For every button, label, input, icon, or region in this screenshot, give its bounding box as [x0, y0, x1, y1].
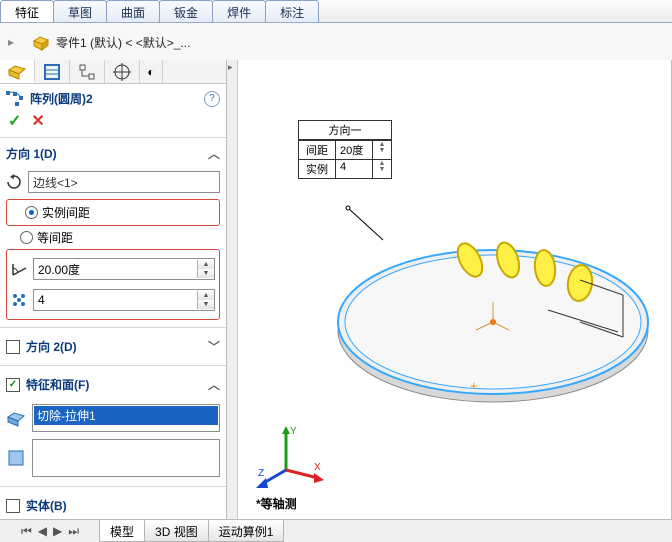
panel-tab-feature[interactable] — [0, 60, 35, 83]
svg-text:Z: Z — [258, 468, 264, 479]
face-list[interactable] — [32, 439, 220, 477]
axis-input[interactable] — [29, 173, 219, 191]
bottom-tab-3dview[interactable]: 3D 视图 — [144, 520, 209, 542]
count-input[interactable] — [34, 291, 197, 309]
tab-annotate[interactable]: 标注 — [265, 0, 319, 22]
tab-feature[interactable]: 特征 — [0, 0, 54, 22]
dir1-label: 方向 1(D) — [6, 145, 57, 162]
tab-last-icon[interactable]: ⏭ — [68, 524, 79, 539]
bottom-tabbar: ⏮ ◀ ▶ ⏭ 模型 3D 视图 运动算例1 — [0, 519, 672, 542]
help-icon[interactable]: ? — [204, 91, 220, 107]
svg-text:+: + — [470, 378, 478, 393]
ribbon: ▸ 零件1 (默认) < <默认>_... — [0, 23, 672, 62]
part-icon — [32, 33, 50, 51]
dir2-label: 方向 2(D) — [26, 338, 77, 355]
angle-input[interactable] — [34, 260, 197, 278]
tab-first-icon[interactable]: ⏮ — [21, 524, 32, 539]
panel-tab-config[interactable] — [35, 60, 70, 83]
radio-equal-spacing[interactable]: 等间距 — [20, 229, 220, 246]
instance-count-icon — [11, 292, 27, 308]
tab-prev-icon[interactable]: ◀ — [38, 524, 47, 538]
part-title[interactable]: 零件1 (默认) < <默认>_... — [32, 33, 190, 51]
solids-label: 实体(B) — [26, 497, 67, 514]
triad-icon: Y X Z — [256, 420, 326, 490]
circular-pattern-icon — [6, 91, 24, 107]
reverse-icon[interactable] — [6, 174, 22, 190]
cancel-button[interactable]: ✕ — [31, 111, 44, 131]
dir2-checkbox[interactable] — [6, 340, 20, 354]
angle-spin[interactable]: ▲▼ — [197, 260, 214, 278]
tab-surface[interactable]: 曲面 — [106, 0, 160, 22]
panel-splitter[interactable]: ▸ — [227, 60, 238, 520]
panel-tab-more[interactable]: ◐ — [140, 60, 163, 83]
selected-feature[interactable]: 切除-拉伸1 — [34, 406, 218, 425]
model-view: + — [248, 80, 668, 420]
faces-label: 特征和面(F) — [26, 376, 89, 393]
tab-sheetmetal[interactable]: 钣金 — [159, 0, 213, 22]
part-name: 零件1 (默认) < <默认>_... — [56, 34, 190, 51]
view-name: *等轴测 — [256, 495, 297, 512]
count-spin[interactable]: ▲▼ — [197, 291, 214, 309]
property-panel: ◐ 阵列(圆周)2 ? ✓ ✕ 方向 1(D) ︿ 实例间距 等间距 — [0, 60, 227, 520]
ok-button[interactable]: ✓ — [8, 111, 21, 131]
history-arrow-icon: ▸ — [8, 35, 14, 49]
panel-tab-tree[interactable] — [70, 60, 105, 83]
tab-weldment[interactable]: 焊件 — [212, 0, 266, 22]
solids-checkbox[interactable] — [6, 499, 20, 513]
bottom-tab-model[interactable]: 模型 — [99, 520, 145, 542]
radio-instance-spacing[interactable]: 实例间距 — [25, 204, 215, 221]
faces-checkbox[interactable] — [6, 378, 20, 392]
radio-equal-spacing-label: 等间距 — [37, 229, 73, 246]
svg-text:X: X — [314, 462, 321, 473]
svg-text:Y: Y — [290, 426, 297, 437]
tab-next-icon[interactable]: ▶ — [53, 524, 62, 538]
radio-instance-spacing-label: 实例间距 — [42, 204, 90, 221]
main-tabbar: 特征 草图 曲面 钣金 焊件 标注 — [0, 0, 672, 23]
bottom-tab-motion[interactable]: 运动算例1 — [208, 520, 285, 542]
angle-icon — [11, 261, 27, 277]
collapse-faces-icon[interactable]: ︿ — [208, 376, 220, 393]
panel-tab-target[interactable] — [105, 60, 140, 83]
tab-sketch[interactable]: 草图 — [53, 0, 107, 22]
expand-dir2-icon[interactable]: ﹀ — [208, 338, 220, 355]
feature-select-icon — [6, 408, 26, 428]
face-select-icon — [6, 448, 26, 468]
3d-viewport[interactable]: 方向一 间距20度▲▼ 实例4▲▼ + — [238, 60, 672, 520]
collapse-icon[interactable]: ︿ — [208, 145, 220, 162]
feature-name: 阵列(圆周)2 — [30, 90, 93, 107]
